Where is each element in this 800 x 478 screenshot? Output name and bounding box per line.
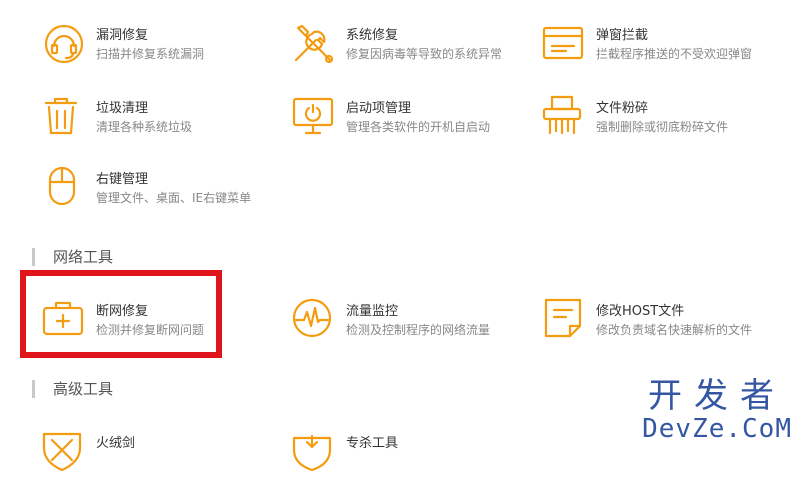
hosts-file-icon [540, 296, 588, 344]
watermark-cn: 开发者 [648, 376, 787, 416]
watermark-en: DevZe.CoM [642, 414, 792, 444]
tool-title: 垃圾清理 [96, 101, 149, 116]
tool-junk-clean[interactable]: 垃圾清理 清理各种系统垃圾 [40, 93, 280, 143]
section-header-network: 网络工具 [32, 248, 113, 266]
traffic-monitor-icon [290, 296, 338, 344]
trash-bin-icon [40, 93, 88, 141]
tool-startup-manager[interactable]: 启动项管理 管理各类软件的开机自启动 [290, 93, 530, 143]
tool-special-kill[interactable]: 专杀工具 [290, 428, 530, 478]
popup-window-icon [540, 20, 588, 68]
tool-desc: 管理文件、桌面、IE右键菜单 [96, 191, 252, 205]
tool-vulnerability-fix[interactable]: 漏洞修复 扫描并修复系统漏洞 [40, 20, 280, 70]
tool-desc: 修改负责域名快速解析的文件 [596, 323, 753, 337]
tool-huorong-sword[interactable]: 火绒剑 [40, 428, 280, 478]
tool-title: 火绒剑 [96, 436, 136, 451]
tool-file-shredder[interactable]: 文件粉碎 强制删除或彻底粉碎文件 [540, 93, 780, 143]
tool-popup-block[interactable]: 弹窗拦截 拦截程序推送的不受欢迎弹窗 [540, 20, 780, 70]
tool-context-menu[interactable]: 右键管理 管理文件、桌面、IE右键菜单 [40, 164, 280, 214]
tool-desc: 修复因病毒等导致的系统异常 [346, 47, 503, 61]
shredder-icon [540, 93, 588, 141]
tool-title: 专杀工具 [346, 436, 399, 451]
watermark: 开发者 DevZe.CoM [642, 378, 792, 444]
tool-title: 文件粉碎 [596, 101, 649, 116]
highlight-box [20, 270, 222, 358]
tool-title: 漏洞修复 [96, 28, 149, 43]
special-kill-icon [290, 428, 338, 476]
tool-title: 启动项管理 [346, 101, 412, 116]
tool-desc: 检测及控制程序的网络流量 [346, 323, 491, 337]
tool-host-file[interactable]: 修改HOST文件 修改负责域名快速解析的文件 [540, 296, 780, 346]
shield-sword-icon [40, 428, 88, 476]
monitor-power-icon [290, 93, 338, 141]
tool-desc: 拦截程序推送的不受欢迎弹窗 [596, 47, 753, 61]
mouse-icon [40, 164, 88, 212]
wrench-screwdriver-icon [290, 20, 338, 68]
tool-desc: 管理各类软件的开机自启动 [346, 120, 491, 134]
tool-system-repair[interactable]: 系统修复 修复因病毒等导致的系统异常 [290, 20, 530, 70]
tool-title: 流量监控 [346, 304, 399, 319]
tool-title: 弹窗拦截 [596, 28, 649, 43]
section-header-advanced: 高级工具 [32, 380, 113, 398]
headset-repair-icon [40, 20, 88, 68]
tool-desc: 扫描并修复系统漏洞 [96, 47, 205, 61]
tool-traffic-monitor[interactable]: 流量监控 检测及控制程序的网络流量 [290, 296, 530, 346]
tool-desc: 强制删除或彻底粉碎文件 [596, 120, 729, 134]
tool-title: 修改HOST文件 [596, 304, 685, 319]
tool-desc: 清理各种系统垃圾 [96, 120, 193, 134]
tool-title: 系统修复 [346, 28, 399, 43]
tool-title: 右键管理 [96, 172, 149, 187]
